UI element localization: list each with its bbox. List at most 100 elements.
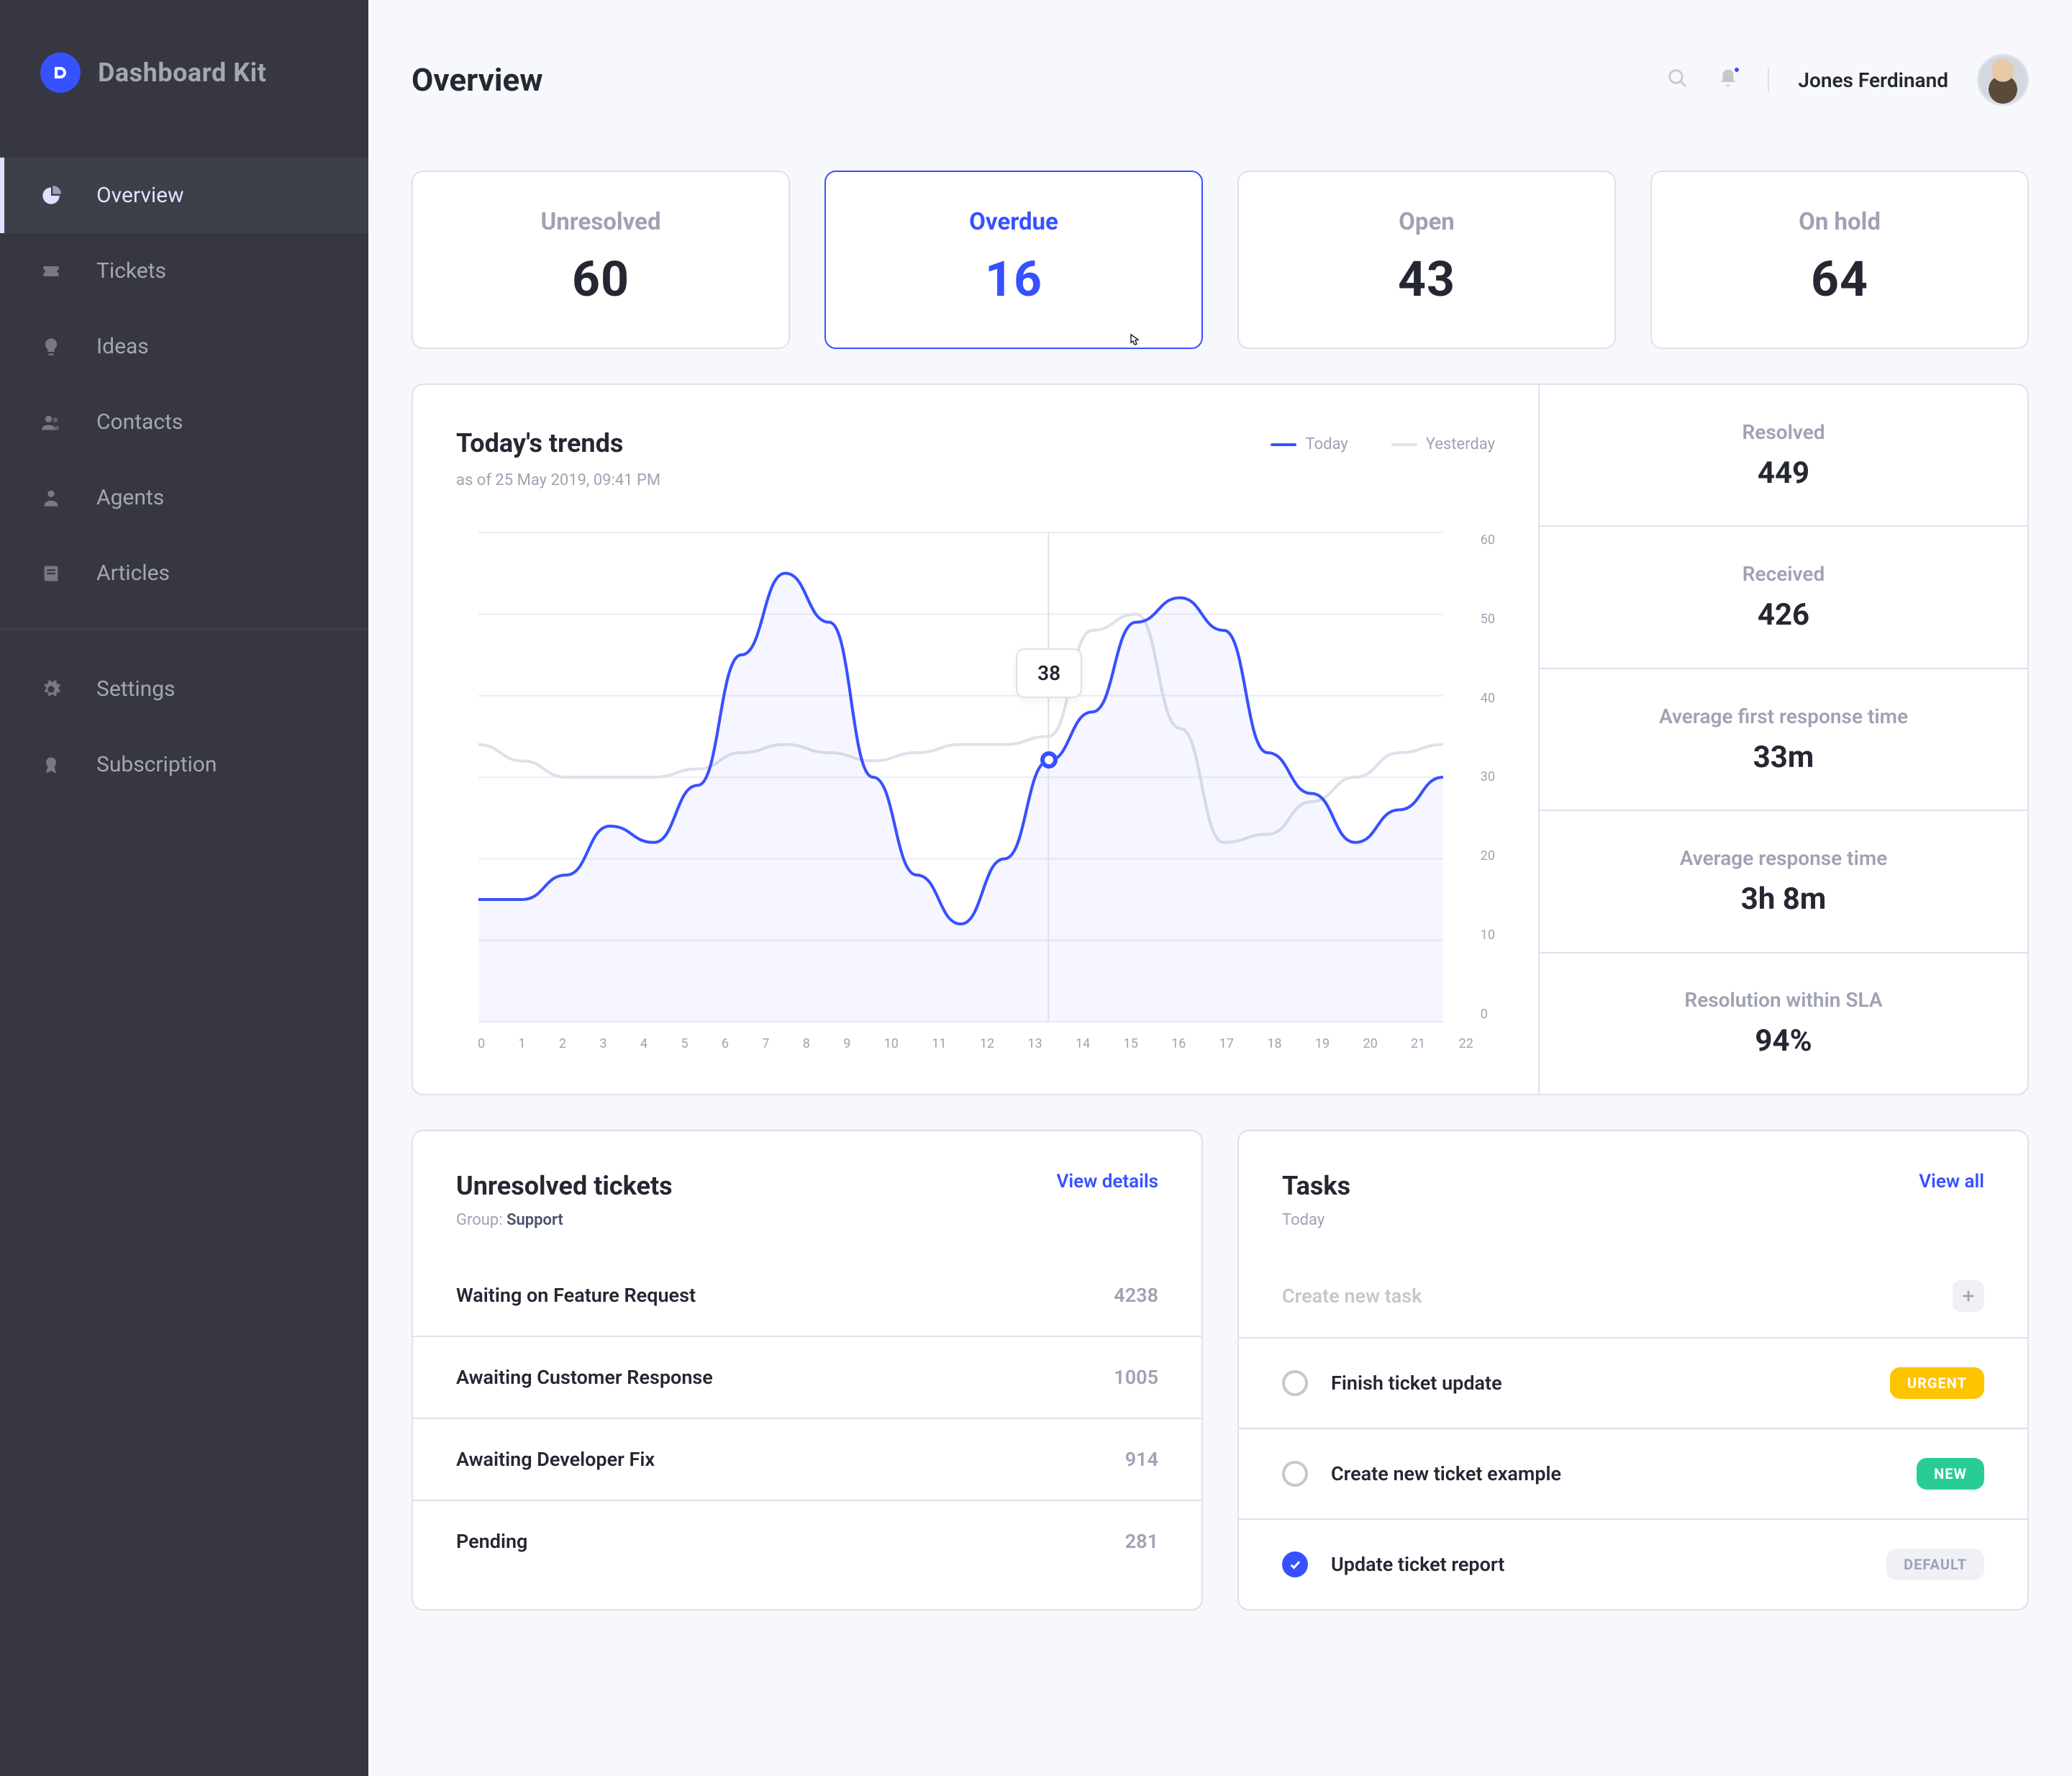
stat-value: 16 xyxy=(826,250,1201,308)
trends-side-stats: Resolved449Received426Average first resp… xyxy=(1538,385,2027,1094)
page-title: Overview xyxy=(412,61,543,99)
panel-subtitle: Group: Support xyxy=(456,1211,673,1229)
nav-label: Overview xyxy=(96,183,184,208)
panel-header: Unresolved tickets Group: Support View d… xyxy=(413,1131,1201,1229)
topbar: Overview Jones Ferdinand xyxy=(412,54,2029,106)
trends-left: Today's trends as of 25 May 2019, 09:41 … xyxy=(413,385,1538,1094)
legend-yesterday: Yesterday xyxy=(1391,435,1495,453)
sidebar-item-settings[interactable]: Settings xyxy=(0,651,368,727)
stat-card-on-hold[interactable]: On hold64 xyxy=(1650,171,2029,349)
stat-card-open[interactable]: Open43 xyxy=(1237,171,1616,349)
x-tick: 11 xyxy=(932,1036,946,1051)
x-tick: 19 xyxy=(1315,1036,1330,1051)
x-tick: 9 xyxy=(843,1036,850,1051)
task-row: Update ticket reportDEFAULT xyxy=(1239,1520,2027,1609)
task-input-placeholder[interactable]: Create new task xyxy=(1282,1285,1422,1308)
row-label: Awaiting Developer Fix xyxy=(456,1448,655,1471)
y-tick: 30 xyxy=(1481,769,1495,784)
mini-stat-label: Resolution within SLA xyxy=(1684,988,1882,1012)
legend: Today Yesterday xyxy=(1271,428,1495,453)
checkbox-icon[interactable] xyxy=(1282,1461,1308,1487)
legend-swatch xyxy=(1391,443,1417,446)
list-item[interactable]: Awaiting Customer Response1005 xyxy=(413,1337,1201,1419)
x-tick: 5 xyxy=(681,1036,688,1051)
mini-stat-label: Resolved xyxy=(1742,420,1825,444)
row-label: Pending xyxy=(456,1530,527,1553)
x-tick: 12 xyxy=(980,1036,994,1051)
task-label: Create new ticket example xyxy=(1331,1462,1894,1485)
list-item[interactable]: Awaiting Developer Fix 914 xyxy=(413,1419,1201,1501)
sidebar-item-tickets[interactable]: Tickets xyxy=(0,233,368,309)
checkbox-icon[interactable] xyxy=(1282,1551,1308,1577)
y-tick: 20 xyxy=(1481,848,1495,864)
view-all-link[interactable]: View all xyxy=(1919,1171,1984,1192)
contacts-icon xyxy=(40,412,62,433)
x-tick: 4 xyxy=(640,1036,648,1051)
task-input-row: Create new task xyxy=(1239,1255,2027,1338)
nav-label: Articles xyxy=(96,561,170,586)
book-icon xyxy=(40,563,62,584)
sidebar-item-agents[interactable]: Agents xyxy=(0,460,368,535)
nav-label: Ideas xyxy=(96,334,149,359)
mini-stat-label: Average first response time xyxy=(1659,704,1908,728)
legend-swatch xyxy=(1271,443,1296,446)
y-tick: 40 xyxy=(1481,691,1495,706)
sidebar-item-ideas[interactable]: Ideas xyxy=(0,309,368,384)
sidebar-item-overview[interactable]: Overview xyxy=(0,158,368,233)
stat-cards: Unresolved60 Overdue 16 Open43On hold64 xyxy=(412,171,2029,349)
x-tick: 21 xyxy=(1411,1036,1425,1051)
view-details-link[interactable]: View details xyxy=(1057,1171,1159,1192)
stat-label: On hold xyxy=(1652,208,2027,236)
sidebar-item-articles[interactable]: Articles xyxy=(0,535,368,611)
mini-stat-value: 3h 8m xyxy=(1741,882,1827,917)
panel-tasks: Tasks Today View all Create new task Fin… xyxy=(1237,1130,2029,1610)
topbar-right: Jones Ferdinand xyxy=(1667,54,2029,106)
stat-label: Open xyxy=(1239,208,1614,236)
avatar[interactable] xyxy=(1977,54,2029,106)
task-row: Finish ticket updateURGENT xyxy=(1239,1338,2027,1429)
stat-card-overdue[interactable]: Overdue 16 xyxy=(824,171,1203,349)
row-value: 1005 xyxy=(1114,1366,1158,1389)
y-tick: 10 xyxy=(1481,928,1495,943)
trends-card: Today's trends as of 25 May 2019, 09:41 … xyxy=(412,384,2029,1095)
brand-name: Dashboard Kit xyxy=(98,58,266,88)
group-value: Support xyxy=(506,1211,563,1229)
bell-icon[interactable] xyxy=(1717,68,1739,92)
nav-primary: Overview Tickets Ideas Contacts Agents A… xyxy=(0,158,368,611)
list-item[interactable]: Pending 281 xyxy=(413,1501,1201,1582)
panel-header: Tasks Today View all xyxy=(1239,1131,2027,1229)
x-tick: 7 xyxy=(762,1036,769,1051)
sidebar-item-contacts[interactable]: Contacts xyxy=(0,384,368,460)
chart-highlight-point xyxy=(1040,751,1058,769)
x-tick: 6 xyxy=(722,1036,729,1051)
mini-stat: Received426 xyxy=(1540,527,2027,669)
panel-subtitle: Today xyxy=(1282,1211,1350,1229)
notification-dot xyxy=(1732,65,1741,74)
x-tick: 22 xyxy=(1459,1036,1473,1051)
sidebar-item-subscription[interactable]: Subscription xyxy=(0,727,368,802)
add-task-button[interactable] xyxy=(1953,1280,1984,1312)
x-tick: 8 xyxy=(803,1036,810,1051)
mini-stat: Average response time3h 8m xyxy=(1540,811,2027,953)
agent-icon xyxy=(40,487,62,509)
badge-urgent: URGENT xyxy=(1890,1367,1984,1399)
stat-card-unresolved[interactable]: Unresolved60 xyxy=(412,171,790,349)
search-icon[interactable] xyxy=(1667,68,1689,92)
tasks-list: Create new task Finish ticket updateURGE… xyxy=(1239,1255,2027,1609)
list-item[interactable]: Waiting on Feature Request4238 xyxy=(413,1255,1201,1337)
username: Jones Ferdinand xyxy=(1798,68,1948,92)
x-tick: 14 xyxy=(1076,1036,1090,1051)
nav-label: Tickets xyxy=(96,258,166,284)
panel-title: Tasks xyxy=(1282,1171,1350,1201)
checkbox-icon[interactable] xyxy=(1282,1370,1308,1396)
nav-label: Contacts xyxy=(96,409,183,435)
row-value: 914 xyxy=(1125,1448,1158,1471)
row-value: 281 xyxy=(1125,1530,1158,1553)
stat-label: Overdue xyxy=(826,208,1201,236)
nav-secondary: Settings Subscription xyxy=(0,651,368,802)
panel-unresolved: Unresolved tickets Group: Support View d… xyxy=(412,1130,1203,1610)
gear-icon xyxy=(40,679,62,700)
brand-logo-icon xyxy=(40,53,81,93)
mini-stat: Average first response time33m xyxy=(1540,669,2027,811)
y-tick: 0 xyxy=(1481,1007,1495,1022)
